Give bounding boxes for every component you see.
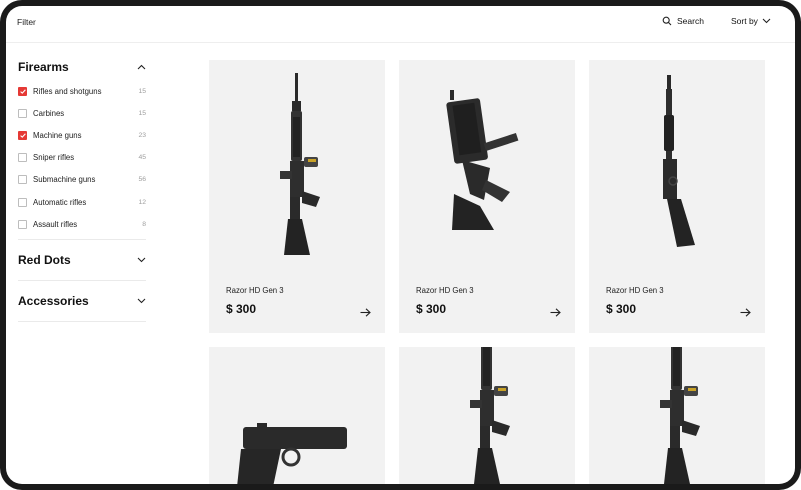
product-card[interactable] xyxy=(399,347,575,484)
chevron-down-icon xyxy=(137,257,146,263)
checkbox[interactable] xyxy=(18,175,27,185)
product-image[interactable] xyxy=(399,347,575,484)
search-icon xyxy=(662,16,672,26)
product-image[interactable] xyxy=(209,60,385,270)
filter-option-count: 23 xyxy=(138,131,146,139)
chevron-down-icon xyxy=(137,298,146,304)
product-image[interactable] xyxy=(209,347,385,484)
sort-by-dropdown[interactable]: Sort by xyxy=(731,16,771,26)
filter-option-count: 45 xyxy=(138,154,146,162)
filter-option-count: 12 xyxy=(138,198,146,206)
filter-option-label: Assault rifles xyxy=(33,219,78,229)
product-card[interactable]: Razor HD Gen 3 $ 300 xyxy=(589,60,765,333)
filter-option-label: Submachine guns xyxy=(33,175,96,185)
shop-screen: Filter Search Sort by Firearms Rifles an… xyxy=(6,6,795,484)
filter-option[interactable]: Assault rifles 8 xyxy=(18,213,146,235)
filter-option-count: 56 xyxy=(138,176,146,184)
product-price: $ 300 xyxy=(606,302,637,316)
filter-label[interactable]: Filter xyxy=(17,17,36,27)
checkbox[interactable] xyxy=(18,197,27,207)
chevron-down-icon xyxy=(762,18,771,24)
product-image[interactable] xyxy=(399,60,575,270)
divider xyxy=(18,321,146,323)
arrow-right-icon[interactable] xyxy=(360,304,371,322)
arrow-right-icon[interactable] xyxy=(740,304,751,322)
section-title: Red Dots xyxy=(18,253,71,268)
product-image[interactable] xyxy=(589,60,765,270)
filter-option-count: 15 xyxy=(138,109,146,117)
filter-option[interactable]: Submachine guns 56 xyxy=(18,169,146,191)
checkmark-icon xyxy=(19,133,26,138)
checkbox[interactable] xyxy=(18,130,27,140)
product-name: Razor HD Gen 3 xyxy=(416,286,474,295)
product-name: Razor HD Gen 3 xyxy=(226,286,284,295)
section-title: Firearms xyxy=(18,60,69,74)
section-red-dots-header[interactable]: Red Dots xyxy=(18,251,146,269)
product-card[interactable]: Razor HD Gen 3 $ 300 xyxy=(399,60,575,333)
product-name: Razor HD Gen 3 xyxy=(606,286,664,295)
section-firearms-header[interactable]: Firearms xyxy=(18,58,146,76)
section-accessories-header[interactable]: Accessories xyxy=(18,292,146,310)
filter-option[interactable]: Machine guns 23 xyxy=(18,124,146,146)
filter-option-label: Machine guns xyxy=(33,130,82,140)
firearms-options: Rifles and shotguns 15 Carbines 15 Machine g… xyxy=(18,80,146,235)
product-card[interactable]: Razor HD Gen 3 $ 300 xyxy=(209,60,385,333)
divider xyxy=(18,280,146,282)
checkmark-icon xyxy=(19,89,26,94)
product-image[interactable] xyxy=(589,347,765,484)
filter-option-count: 8 xyxy=(142,220,146,228)
chevron-up-icon xyxy=(137,64,146,70)
filter-option-label: Rifles and shotguns xyxy=(33,86,102,96)
product-price: $ 300 xyxy=(416,302,447,316)
checkbox[interactable] xyxy=(18,219,27,229)
filter-option-label: Automatic rifles xyxy=(33,197,87,207)
filter-option-count: 15 xyxy=(138,87,146,95)
search-label: Search xyxy=(677,16,704,26)
checkbox[interactable] xyxy=(18,86,27,96)
search-button[interactable]: Search xyxy=(662,16,704,26)
filter-option[interactable]: Carbines 15 xyxy=(18,102,146,124)
filter-option-label: Carbines xyxy=(33,108,65,118)
sort-label: Sort by xyxy=(731,16,758,26)
divider xyxy=(18,239,146,241)
arrow-right-icon[interactable] xyxy=(550,304,561,322)
checkbox[interactable] xyxy=(18,108,27,118)
checkbox[interactable] xyxy=(18,153,27,163)
product-price: $ 300 xyxy=(226,302,257,316)
filter-option[interactable]: Automatic rifles 12 xyxy=(18,191,146,213)
section-title: Accessories xyxy=(18,294,89,309)
product-card[interactable] xyxy=(589,347,765,484)
top-bar: Filter Search Sort by xyxy=(6,6,795,43)
filter-option[interactable]: Sniper rifles 45 xyxy=(18,147,146,169)
product-card[interactable] xyxy=(209,347,385,484)
filter-option-label: Sniper rifles xyxy=(33,153,75,163)
filter-sidebar: Firearms Rifles and shotguns 15 Carbines 15… xyxy=(18,58,146,323)
filter-option[interactable]: Rifles and shotguns 15 xyxy=(18,80,146,102)
